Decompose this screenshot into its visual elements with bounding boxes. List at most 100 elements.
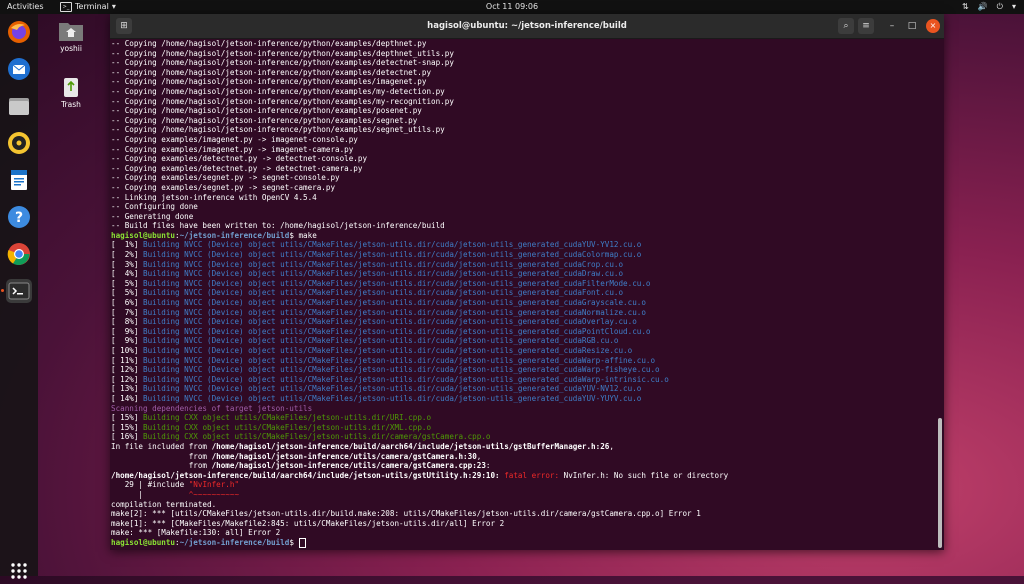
build-step-text: Building NVCC (Device) object utils/CMak… — [143, 384, 642, 394]
terminal-line: -- Copying examples/segnet.py -> segnet-… — [111, 173, 937, 183]
terminal-line: [ 11%] Building NVCC (Device) object uti… — [111, 356, 937, 366]
desktop-trash[interactable]: Trash — [51, 76, 91, 109]
progress-percent: [ 11%] — [111, 355, 144, 365]
terminal-text: /home/hagisol/jetson-inference/build/aar… — [111, 470, 500, 480]
progress-percent: [ 13%] — [111, 384, 144, 394]
terminal-line: [ 15%] Building CXX object utils/CMakeFi… — [111, 413, 937, 423]
terminal-line: [ 14%] Building NVCC (Device) object uti… — [111, 394, 937, 404]
terminal-line: -- Build files have been written to: /ho… — [111, 221, 937, 231]
command-text: make — [298, 230, 317, 240]
terminal-text: , — [609, 441, 614, 451]
svg-text:?: ? — [15, 210, 23, 226]
terminal-text: -- Copying /home/hagisol/jetson-inferenc… — [111, 106, 422, 116]
build-step-text: Building NVCC (Device) object utils/CMak… — [143, 250, 642, 260]
build-step-text: Building CXX object utils/CMakeFiles/jet… — [143, 422, 432, 432]
terminal-text: make[2]: *** [utils/CMakeFiles/jetson-ut… — [111, 509, 701, 519]
dock: ? — [0, 14, 38, 579]
activities-button[interactable]: Activities — [7, 0, 44, 14]
progress-percent: [ 15%] — [111, 413, 144, 423]
window-title: hagisol@ubuntu: ~/jetson-inference/build — [427, 21, 627, 31]
build-step-text: Building NVCC (Device) object utils/CMak… — [143, 278, 651, 288]
minimize-button[interactable]: – — [884, 18, 900, 34]
terminal-line: [ 5%] Building NVCC (Device) object util… — [111, 279, 937, 289]
prompt-user: hagisol@ubuntu — [111, 537, 176, 547]
terminal-text: -- Linking jetson-inference with OpenCV … — [111, 192, 317, 202]
terminal-text: ^~~~~~~~~~~ — [188, 489, 240, 499]
progress-percent: [ 2%] — [111, 250, 144, 260]
terminal-line: -- Copying examples/segnet.py -> segnet-… — [111, 183, 937, 193]
terminal-line: -- Configuring done — [111, 202, 937, 212]
clock[interactable]: Oct 11 09:06 — [486, 0, 538, 14]
build-step-text: Building NVCC (Device) object utils/CMak… — [143, 326, 651, 336]
terminal-text: -- Copying examples/detectnet.py -> dete… — [111, 163, 363, 173]
terminal-icon[interactable] — [6, 279, 32, 303]
help-icon[interactable]: ? — [7, 205, 31, 229]
progress-percent: [ 12%] — [111, 365, 144, 375]
build-step-text: Building NVCC (Device) object utils/CMak… — [143, 240, 642, 250]
terminal-line: -- Copying /home/hagisol/jetson-inferenc… — [111, 125, 937, 135]
terminal-text: : — [485, 461, 491, 471]
terminal-text: -- Copying examples/detectnet.py -> dete… — [111, 154, 368, 164]
writer-icon[interactable] — [7, 168, 31, 192]
terminal-text: -- Copying examples/imagenet.py -> image… — [111, 134, 358, 144]
top-bar: Activities >_ Terminal ▾ Oct 11 09:06 ⇅ … — [0, 0, 1024, 14]
terminal-line: [ 16%] Building CXX object utils/CMakeFi… — [111, 432, 937, 442]
terminal-text: make: *** [Makefile:130: all] Error 2 — [111, 528, 281, 538]
desktop-home-folder[interactable]: yoshii — [51, 20, 91, 53]
scrollbar[interactable] — [938, 39, 942, 550]
terminal-line: -- Copying /home/hagisol/jetson-inferenc… — [111, 77, 937, 87]
maximize-button[interactable]: □ — [904, 18, 920, 34]
build-step-text: Building NVCC (Device) object utils/CMak… — [143, 365, 660, 375]
app-menu-terminal[interactable]: >_ Terminal ▾ — [60, 0, 116, 14]
progress-percent: [ 1%] — [111, 240, 144, 250]
terminal-app-icon: >_ — [60, 2, 72, 12]
progress-percent: [ 12%] — [111, 374, 144, 384]
terminal-line: make: *** [Makefile:130: all] Error 2 — [111, 528, 937, 538]
thunderbird-icon[interactable] — [7, 57, 31, 81]
terminal-text: -- Copying examples/segnet.py -> segnet-… — [111, 173, 340, 183]
terminal-line: 29 | #include "NvInfer.h" — [111, 480, 937, 490]
title-bar[interactable]: ⊞ hagisol@ubuntu: ~/jetson-inference/bui… — [110, 14, 944, 39]
build-step-text: Building CXX object utils/CMakeFiles/jet… — [143, 432, 491, 442]
terminal-line: -- Copying /home/hagisol/jetson-inferenc… — [111, 39, 937, 49]
search-button[interactable]: ⌕ — [838, 18, 854, 34]
terminal-output[interactable]: -- Copying /home/hagisol/jetson-inferenc… — [110, 39, 937, 550]
terminal-text: -- Configuring done — [111, 202, 198, 212]
build-step-text: Building NVCC (Device) object utils/CMak… — [143, 346, 633, 355]
firefox-icon[interactable] — [7, 20, 31, 44]
terminal-line: [ 6%] Building NVCC (Device) object util… — [111, 298, 937, 308]
hamburger-menu-button[interactable]: ≡ — [858, 18, 874, 34]
terminal-line: [ 12%] Building NVCC (Device) object uti… — [111, 365, 937, 375]
progress-percent: [ 16%] — [111, 432, 144, 442]
close-button[interactable]: × — [926, 19, 940, 33]
terminal-line: Scanning dependencies of target jetson-u… — [111, 404, 937, 414]
terminal-text: /home/hagisol/jetson-inference/utils/cam… — [211, 461, 486, 471]
terminal-line: -- Copying /home/hagisol/jetson-inferenc… — [111, 58, 937, 68]
rhythmbox-icon[interactable] — [7, 131, 31, 155]
terminal-line: [ 5%] Building NVCC (Device) object util… — [111, 288, 937, 298]
terminal-text: -- Copying /home/hagisol/jetson-inferenc… — [111, 58, 454, 68]
terminal-line: [ 4%] Building NVCC (Device) object util… — [111, 269, 937, 279]
terminal-text: In file included from — [111, 441, 212, 451]
terminal-line: [ 15%] Building CXX object utils/CMakeFi… — [111, 423, 937, 433]
terminal-line: -- Copying /home/hagisol/jetson-inferenc… — [111, 49, 937, 59]
terminal-text: -- Build files have been written to: /ho… — [111, 221, 445, 231]
terminal-line: [ 1%] Building NVCC (Device) object util… — [111, 240, 937, 250]
progress-percent: [ 9%] — [111, 336, 144, 346]
progress-percent: [ 4%] — [111, 269, 144, 279]
system-tray[interactable]: ⇅ 🔊 ⏻ ▾ — [962, 0, 1016, 14]
terminal-line: -- Copying /home/hagisol/jetson-inferenc… — [111, 97, 937, 107]
terminal-text: 29 | #include — [111, 480, 189, 490]
chrome-icon[interactable] — [7, 242, 31, 266]
progress-percent: [ 14%] — [111, 393, 144, 403]
terminal-line: In file included from /home/hagisol/jets… — [111, 442, 937, 452]
files-icon[interactable] — [7, 94, 31, 118]
build-step-text: Building NVCC (Device) object utils/CMak… — [143, 355, 656, 365]
terminal-line: -- Copying /home/hagisol/jetson-inferenc… — [111, 116, 937, 126]
build-step-text: Building NVCC (Device) object utils/CMak… — [143, 269, 624, 279]
terminal-text: /home/hagisol/jetson-inference/build/aar… — [211, 441, 610, 451]
show-applications-icon[interactable] — [10, 562, 28, 580]
terminal-line: | ^~~~~~~~~~~ — [111, 490, 937, 500]
scroll-thumb[interactable] — [938, 418, 942, 548]
prompt-path: ~/jetson-inference/build — [179, 230, 290, 240]
